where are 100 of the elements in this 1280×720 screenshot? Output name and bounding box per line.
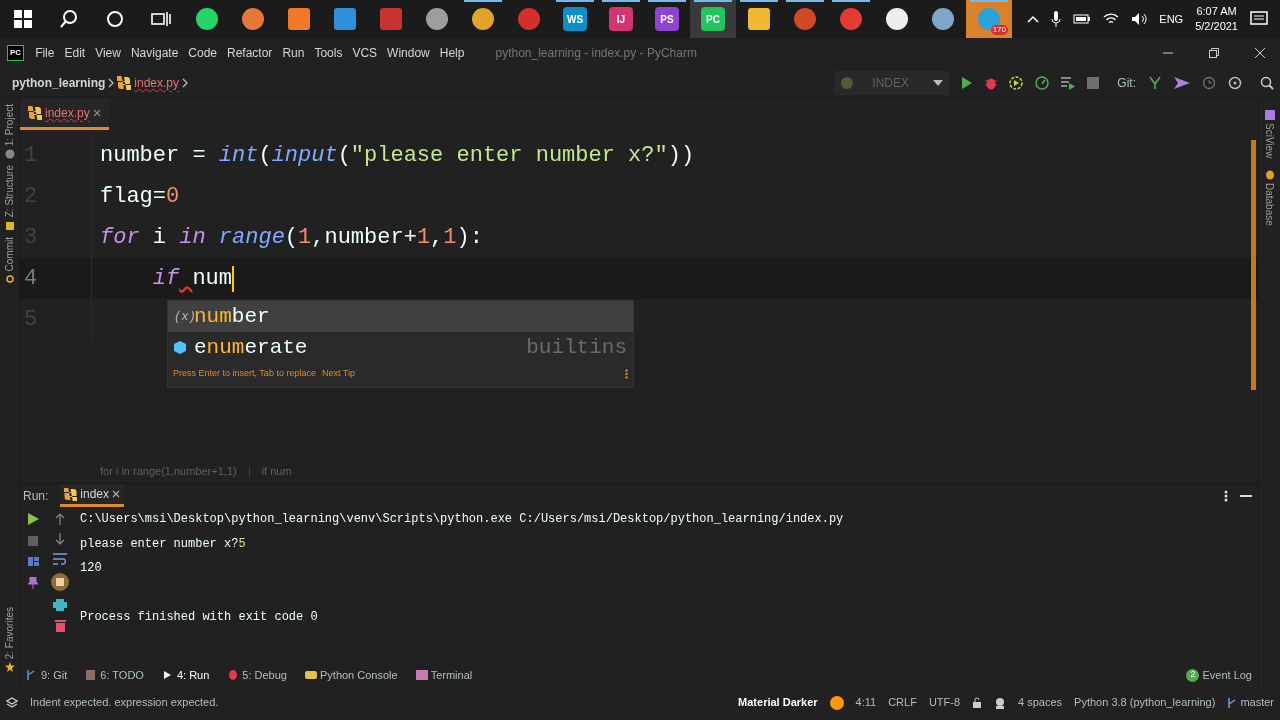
tool-window-button[interactable]: Database xyxy=(1262,170,1277,227)
search-icon[interactable] xyxy=(1260,76,1274,91)
code-line: for i in range(1,number+1,1): xyxy=(99,224,483,252)
breadcrumb-item[interactable]: index.py xyxy=(117,73,180,92)
git-branch[interactable]: master xyxy=(1240,694,1274,711)
run-tab[interactable]: index xyxy=(60,484,125,507)
tool-window-tab[interactable]: Terminal xyxy=(415,666,473,684)
layout-icon[interactable] xyxy=(27,557,39,566)
chevron-up-icon[interactable] xyxy=(1027,15,1040,23)
line-number: 4 xyxy=(20,258,92,299)
menu-item[interactable]: Tools xyxy=(309,44,348,62)
code-line: number = int(input("please enter number x?")) xyxy=(99,142,695,170)
event-log-button[interactable]: 2 Event Log xyxy=(1186,666,1258,684)
close-icon[interactable] xyxy=(92,108,101,117)
tool-window-tab[interactable]: Python Console xyxy=(305,666,398,684)
file-encoding[interactable]: UTF-8 xyxy=(928,694,961,711)
taskbar-app[interactable]: WS xyxy=(552,0,598,38)
close-icon[interactable] xyxy=(1255,48,1265,58)
menu-item[interactable]: File xyxy=(30,44,60,62)
pin-icon[interactable] xyxy=(28,577,38,589)
app-icon: PC xyxy=(701,7,725,31)
menu-item[interactable]: Run xyxy=(277,44,310,62)
search-icon[interactable] xyxy=(60,10,78,28)
favorites-icon xyxy=(4,662,15,672)
indent-setting[interactable]: 4 spaces xyxy=(1018,694,1063,711)
tool-window-button[interactable]: SciView xyxy=(1262,110,1277,159)
wifi-icon[interactable] xyxy=(1103,13,1120,25)
windows-start-icon[interactable] xyxy=(14,10,32,28)
trash-icon[interactable] xyxy=(54,619,66,632)
menu-item[interactable]: Code xyxy=(183,44,222,62)
run-icon[interactable] xyxy=(27,513,39,525)
up-arrow-icon[interactable] xyxy=(55,513,65,525)
scroll-to-end-icon[interactable] xyxy=(51,573,69,591)
restore-icon[interactable] xyxy=(1209,48,1219,58)
tool-window-button[interactable]: 1: Project xyxy=(2,104,17,160)
chevron-right-icon xyxy=(182,78,189,89)
language-indicator[interactable]: ENG xyxy=(1159,10,1184,28)
circle-icon[interactable] xyxy=(106,10,124,28)
python-interpreter[interactable]: Python 3.8 (python_learning) xyxy=(1074,694,1216,711)
run-list-icon[interactable] xyxy=(1061,75,1076,90)
branch-icon[interactable] xyxy=(1148,75,1162,90)
cube-icon xyxy=(174,340,186,354)
lock-icon[interactable] xyxy=(972,697,983,708)
more-options-icon[interactable] xyxy=(1224,489,1228,502)
run-icon[interactable] xyxy=(961,75,974,90)
caret-position[interactable]: 4:11 xyxy=(855,694,877,711)
completion-item[interactable]: enumerate builtins xyxy=(168,332,633,363)
todo-icon xyxy=(85,669,98,681)
console-line: Process finished with exit code 0 xyxy=(80,609,319,626)
taskbar-app[interactable]: IJ xyxy=(598,0,644,38)
print-icon[interactable] xyxy=(53,599,67,611)
layers-icon[interactable] xyxy=(6,696,18,709)
volume-icon[interactable] xyxy=(1131,12,1148,26)
menu-item[interactable]: Help xyxy=(434,44,470,62)
taskbar-app[interactable]: PS xyxy=(644,0,690,38)
console-line: 120 xyxy=(80,560,103,577)
breadcrumb-item[interactable]: python_learning xyxy=(12,73,106,92)
menu-item[interactable]: VCS xyxy=(347,44,383,62)
history-icon[interactable] xyxy=(1202,75,1216,90)
menu-item[interactable]: View xyxy=(90,44,126,62)
commit-icon xyxy=(4,273,15,284)
menu-item[interactable]: Refactor xyxy=(222,44,278,62)
next-tip-link[interactable]: Next Tip xyxy=(321,367,355,381)
chevron-right-icon xyxy=(108,78,115,89)
tool-window-button[interactable]: 2: Favorites xyxy=(2,606,17,672)
close-icon[interactable] xyxy=(112,490,121,498)
console-line: please enter number x?5 xyxy=(80,535,247,553)
line-separator[interactable]: CRLF xyxy=(888,694,917,711)
console-icon xyxy=(305,669,317,681)
notifications-icon[interactable] xyxy=(1250,11,1268,27)
task-view-icon[interactable] xyxy=(151,11,171,27)
wrap-lines-icon[interactable] xyxy=(53,553,67,565)
sciview-icon xyxy=(1264,110,1275,120)
editor-tab[interactable]: index.py xyxy=(20,98,109,130)
down-arrow-icon[interactable] xyxy=(55,533,65,545)
menu-item[interactable]: Navigate xyxy=(125,44,184,62)
theme-dot-icon xyxy=(829,695,844,710)
tool-window-tab[interactable]: 4: Run xyxy=(161,666,210,684)
theme-name[interactable]: Material Darker xyxy=(738,694,818,711)
clock-date[interactable]: 5/2/2021 xyxy=(1195,19,1238,34)
more-options-icon[interactable] xyxy=(625,368,628,379)
clock-time[interactable]: 6:07 AM xyxy=(1196,4,1237,19)
tool-window-button[interactable]: Commit xyxy=(2,236,17,284)
stop-icon[interactable] xyxy=(1087,76,1100,89)
window-title: python_learning - index.py - PyCharm xyxy=(495,45,697,62)
tool-window-button[interactable]: Z: Structure xyxy=(2,165,17,231)
completion-item[interactable]: (x)number xyxy=(168,301,633,332)
push-arrow-icon[interactable] xyxy=(1174,76,1190,89)
app-icon: PS xyxy=(655,7,679,31)
menu-item[interactable]: Edit xyxy=(59,44,91,62)
taskbar-app[interactable]: 170 xyxy=(966,0,1012,38)
battery-icon[interactable] xyxy=(1073,14,1092,24)
microphone-icon[interactable] xyxy=(1051,11,1062,27)
tool-window-tab[interactable]: 6: TODO xyxy=(85,666,144,684)
tool-window-tab[interactable]: 5: Debug xyxy=(227,666,287,684)
tool-window-tab[interactable]: 9: Git xyxy=(26,666,68,684)
menu-item[interactable]: Window xyxy=(382,44,435,62)
gauge-icon[interactable] xyxy=(1035,75,1050,90)
terminal-icon xyxy=(415,669,428,681)
coverage-icon[interactable] xyxy=(1009,75,1024,90)
